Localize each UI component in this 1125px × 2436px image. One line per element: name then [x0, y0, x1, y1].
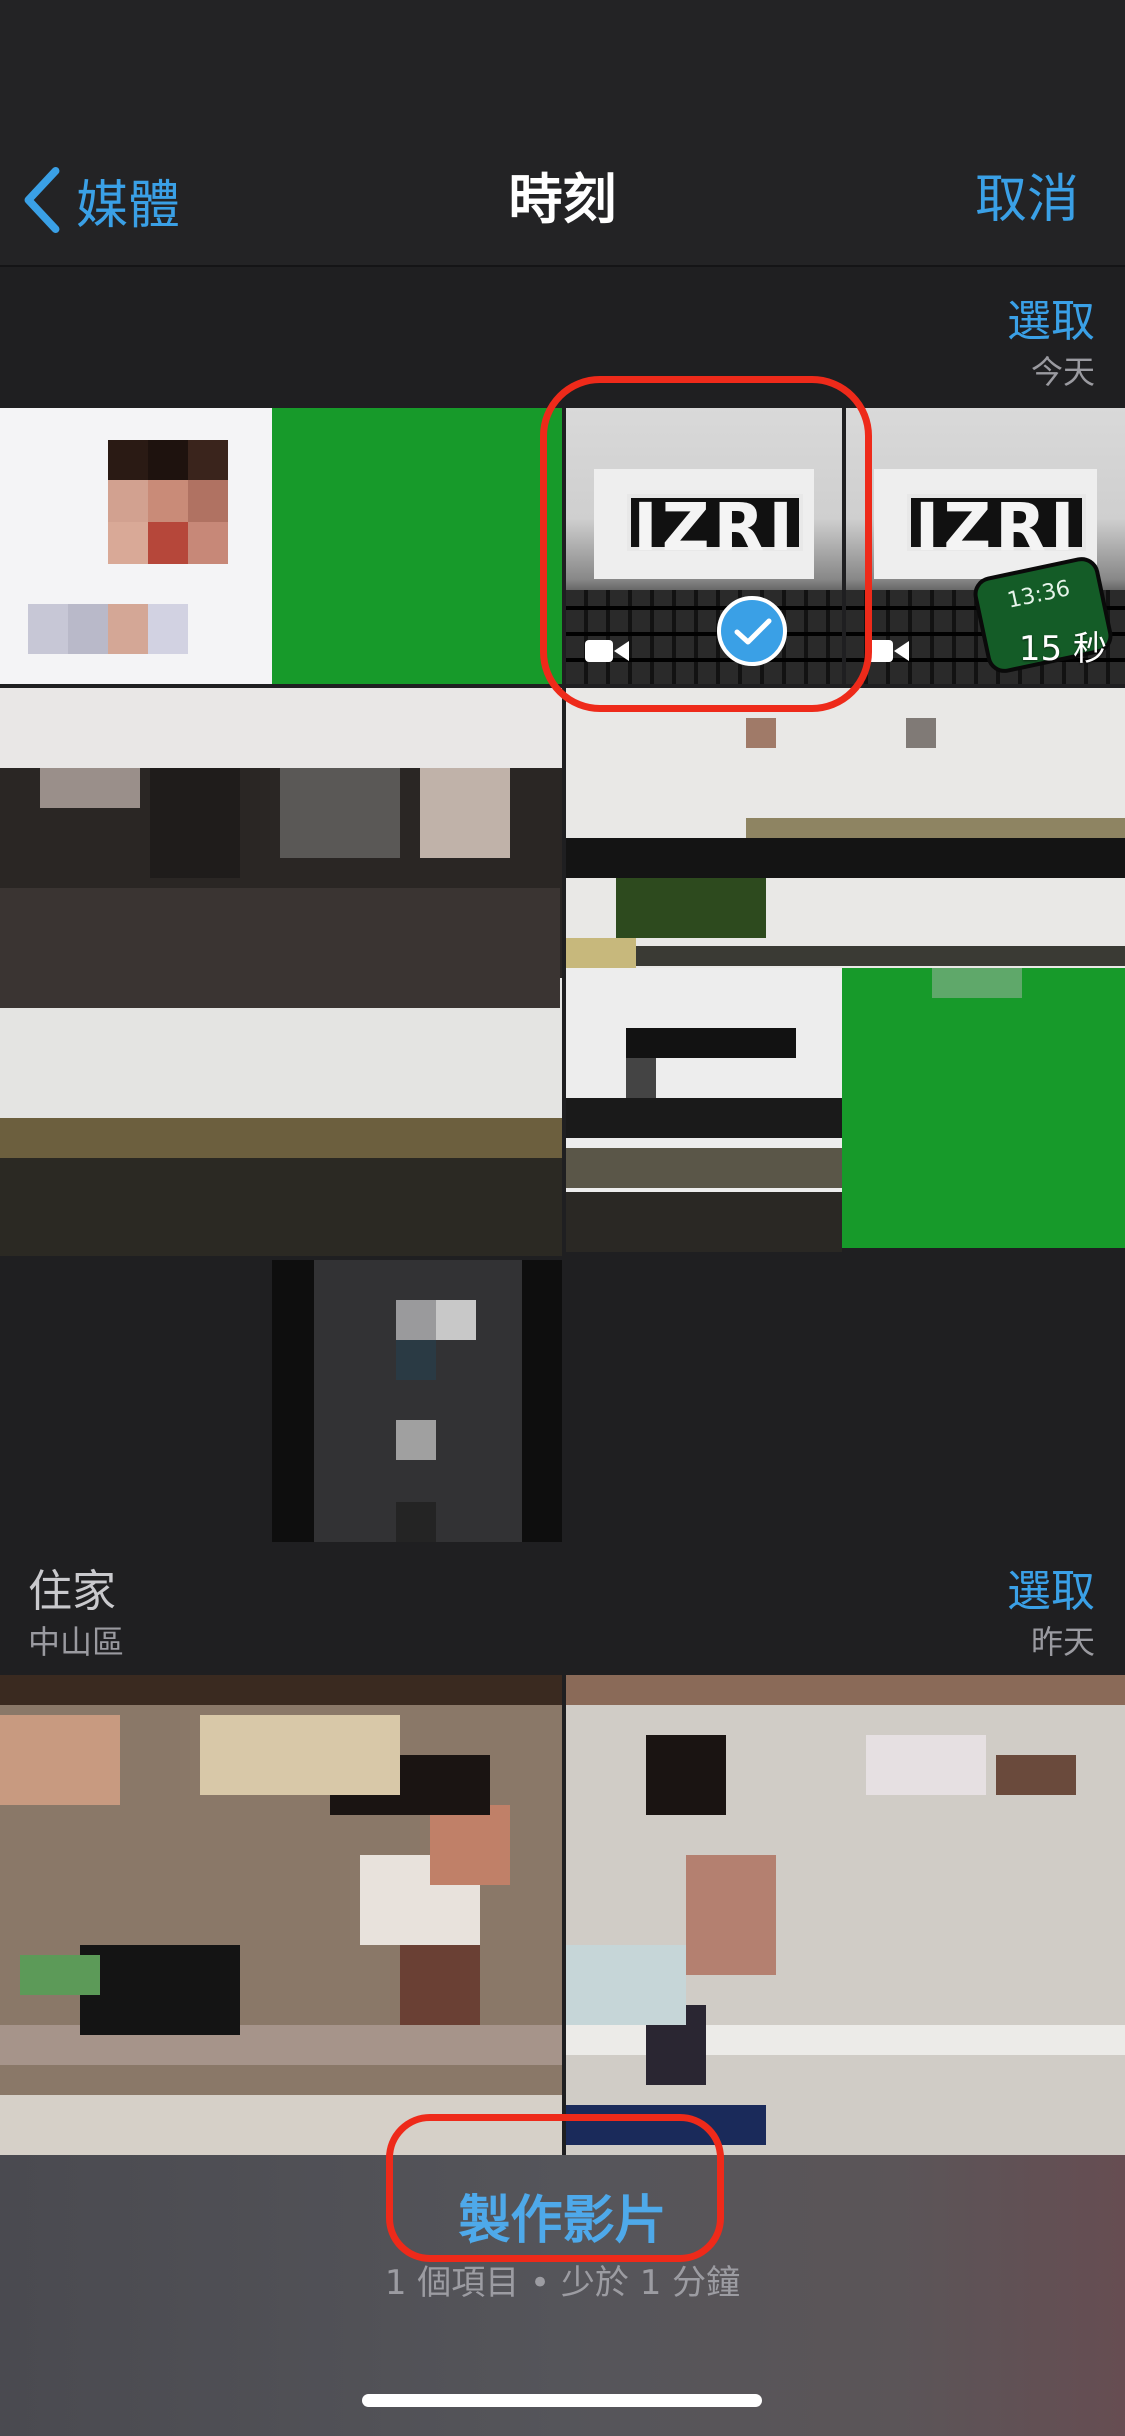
section-date-today: 今天 — [1030, 353, 1095, 391]
section-date-yesterday: 昨天 — [1030, 1623, 1095, 1661]
video-camera-icon — [865, 640, 909, 662]
video-camera-icon — [585, 640, 629, 662]
make-movie-button[interactable]: 製作影片 — [0, 2178, 1125, 2253]
video-thumbnail[interactable]: IZRI 13:36 15 秒 — [846, 408, 1125, 684]
photo-thumbnail-text[interactable] — [566, 968, 842, 1252]
photo-thumbnail-dark[interactable] — [272, 1260, 562, 1542]
photo-thumbnail-green[interactable] — [272, 408, 562, 684]
page-title: 時刻 — [508, 168, 617, 231]
photo-thumbnail-group-2[interactable] — [566, 1675, 1125, 2155]
select-yesterday-button[interactable]: 選取 — [1007, 1555, 1095, 1619]
selection-info: 1 個項目 • 少於 1 分鐘 — [384, 2263, 741, 2303]
video-thumbnail-selected[interactable]: IZRI — [566, 408, 842, 684]
home-indicator[interactable] — [362, 2394, 762, 2407]
select-today-button[interactable]: 選取 — [1007, 285, 1095, 349]
photo-thumbnail-green-2[interactable] — [842, 968, 1125, 1248]
selected-check-icon — [717, 596, 787, 666]
section-title-home: 住家 — [28, 1566, 116, 1617]
section-subtitle-location: 中山區 — [28, 1623, 125, 1661]
cancel-button[interactable]: 取消 — [975, 160, 1079, 240]
photo-thumbnail-keyboard[interactable] — [566, 688, 1125, 968]
photo-thumbnail-group[interactable] — [0, 1675, 562, 2155]
video-duration: 15 秒 — [1018, 629, 1107, 669]
photo-thumbnail-large[interactable] — [0, 688, 562, 1256]
photo-thumbnail-portrait[interactable] — [0, 408, 272, 684]
video-logo-text: IZRI — [914, 488, 1079, 566]
video-logo-text: IZRI — [633, 488, 797, 566]
phone-time: 13:36 — [1005, 576, 1073, 614]
